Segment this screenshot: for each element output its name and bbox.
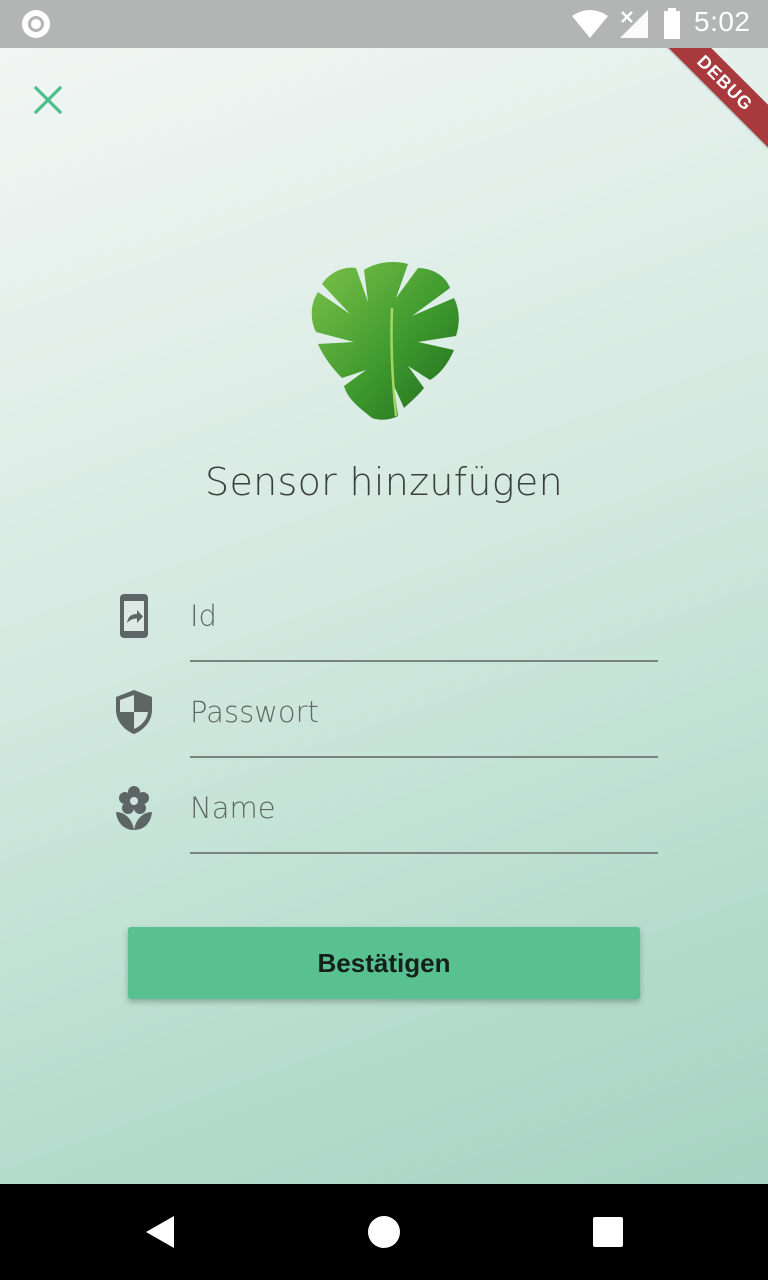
name-field-row <box>108 782 658 878</box>
wifi-icon <box>572 10 608 38</box>
shield-icon <box>116 690 152 734</box>
flower-icon <box>116 786 152 830</box>
monstera-leaf-image <box>311 262 459 420</box>
navigation-bar <box>0 1184 768 1280</box>
back-icon[interactable] <box>140 1212 180 1252</box>
debug-banner: DEBUG <box>647 48 768 161</box>
close-icon[interactable] <box>24 76 72 124</box>
password-input[interactable] <box>190 686 658 758</box>
phone-forward-icon <box>120 594 148 638</box>
recents-icon[interactable] <box>588 1212 628 1252</box>
notification-icon <box>22 10 50 38</box>
password-field-row <box>108 686 658 782</box>
confirm-button[interactable]: Bestätigen <box>128 927 640 999</box>
id-field-row <box>108 590 658 686</box>
battery-icon <box>664 11 680 39</box>
id-input[interactable] <box>190 590 658 662</box>
home-icon[interactable] <box>364 1212 404 1252</box>
status-icons <box>572 8 680 39</box>
status-time: 5:02 <box>694 6 751 37</box>
page-title: Sensor hinzufügen <box>205 460 563 504</box>
status-bar: 5:02 <box>0 0 768 48</box>
name-input[interactable] <box>190 782 658 854</box>
add-sensor-screen: DEBUG Sensor hinzufügen Id Name Bestätig… <box>0 48 768 1184</box>
